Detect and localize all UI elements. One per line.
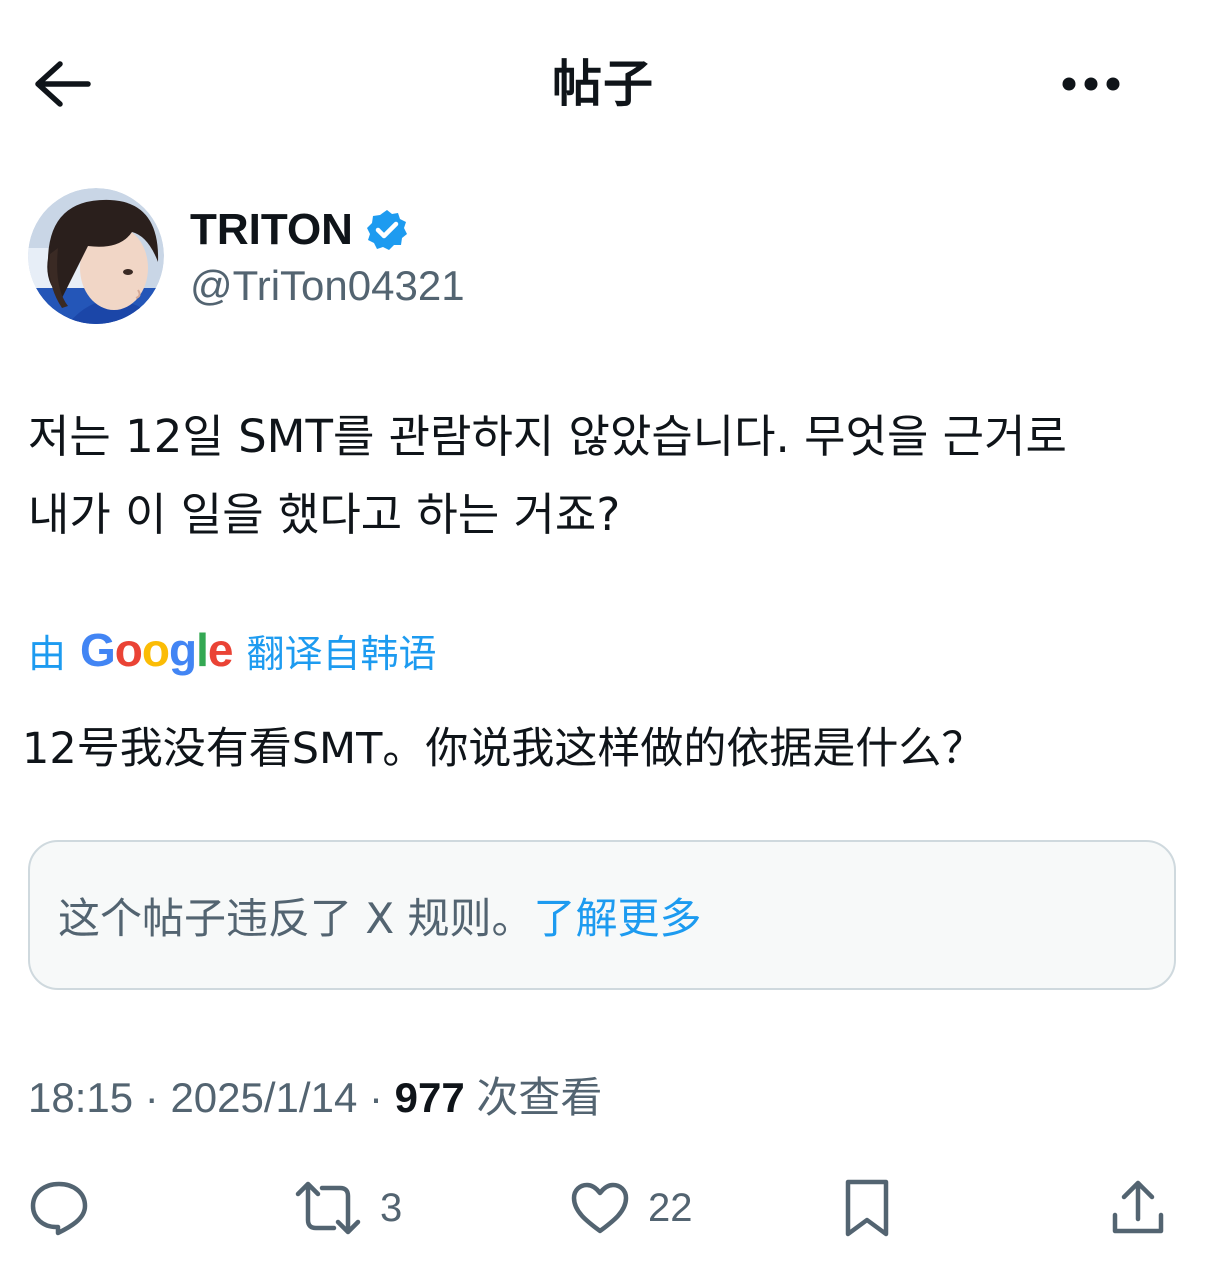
page-title: 帖子 xyxy=(552,55,654,113)
post-meta: 18:15 · 2025/1/14 · 977 次查看 xyxy=(28,1070,602,1126)
post-date[interactable]: 2025/1/14 xyxy=(170,1070,357,1126)
post-text-line: 내가 이 일을 했다고 하는 거죠? xyxy=(28,488,621,541)
repost-icon xyxy=(295,1181,361,1235)
rule-violation-notice: 这个帖子违反了 X 规则。 了解更多 xyxy=(28,840,1176,990)
bookmark-icon xyxy=(845,1179,889,1237)
avatar-image xyxy=(28,188,164,324)
learn-more-link[interactable]: 了解更多 xyxy=(533,885,701,946)
share-button[interactable] xyxy=(1110,1176,1184,1240)
repost-count: 3 xyxy=(380,1185,403,1230)
translate-prefix: 由 xyxy=(28,631,67,676)
reply-icon xyxy=(30,1181,88,1236)
translated-text: 12号我没有看SMT。你说我这样做的依据是什么？ xyxy=(22,724,985,774)
post-text-line: 저는 12일 SMT를 관람하지 않았습니다. 무엇을 근거로 xyxy=(28,410,1067,463)
display-name[interactable]: TRITON xyxy=(190,205,353,255)
meta-separator: · xyxy=(368,1074,383,1121)
verified-badge-icon xyxy=(366,210,407,250)
more-options-button[interactable] xyxy=(1056,56,1126,112)
google-logo: Google xyxy=(80,624,233,676)
display-name-row[interactable]: TRITON xyxy=(190,202,409,258)
views-label: 次查看 xyxy=(476,1074,603,1121)
post-author: TRITON @TriTon04321 xyxy=(28,188,1178,328)
more-horizontal-icon xyxy=(1062,77,1120,91)
notice-text: 这个帖子违反了 X 规则。 xyxy=(58,893,534,943)
top-bar: 帖子 xyxy=(0,0,1206,170)
repost-button[interactable]: 3 xyxy=(294,1176,402,1240)
like-button[interactable]: 22 xyxy=(570,1176,693,1240)
views-count: 977 xyxy=(394,1074,465,1121)
heart-icon xyxy=(571,1182,629,1234)
post-text: 저는 12일 SMT를 관람하지 않았습니다. 무엇을 근거로 내가 이 일을 … xyxy=(28,398,1178,554)
action-bar: 3 22 xyxy=(0,1160,1206,1256)
share-icon xyxy=(1112,1180,1164,1234)
reply-button[interactable] xyxy=(28,1176,108,1240)
like-count: 22 xyxy=(648,1185,693,1230)
translate-suffix: 翻译自韩语 xyxy=(246,631,437,676)
author-handle[interactable]: @TriTon04321 xyxy=(190,258,465,314)
translation-attribution[interactable]: 由 Google 翻译自韩语 xyxy=(28,620,437,680)
post-time[interactable]: 18:15 xyxy=(28,1070,133,1126)
meta-separator: · xyxy=(144,1074,159,1121)
avatar[interactable] xyxy=(28,188,164,324)
bookmark-button[interactable] xyxy=(842,1176,910,1240)
